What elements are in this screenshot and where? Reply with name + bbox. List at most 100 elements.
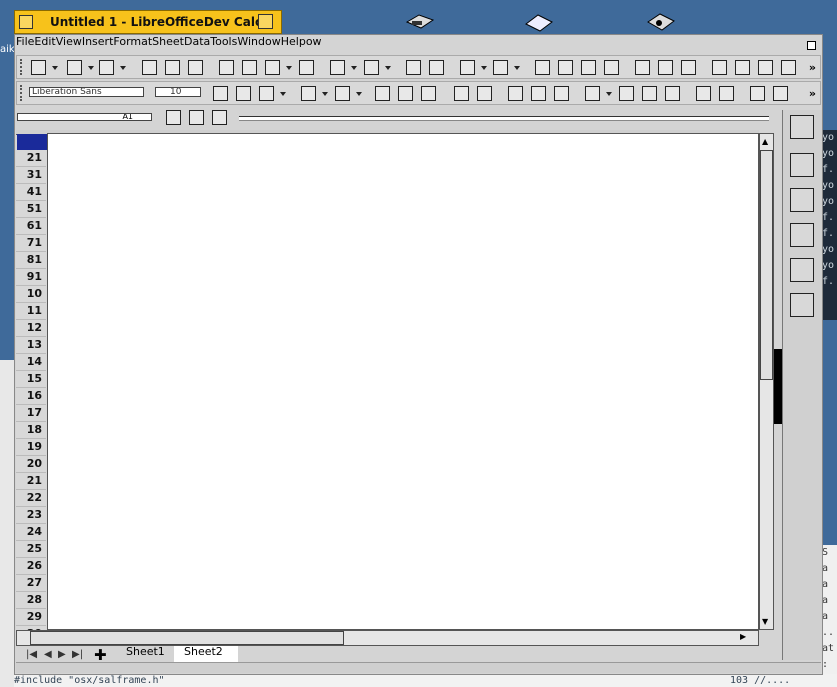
selected-cell-corner[interactable]	[17, 134, 47, 150]
toolbar-button[interactable]	[299, 60, 314, 75]
sidebar-collapse-handle[interactable]	[774, 349, 782, 424]
dropdown-arrow-icon[interactable]	[351, 66, 357, 70]
toolbar-button[interactable]	[31, 60, 46, 75]
toolbar-button[interactable]	[758, 60, 773, 75]
dropdown-arrow-icon[interactable]	[514, 66, 520, 70]
toolbar-button[interactable]	[375, 86, 390, 101]
toolbar-button[interactable]	[585, 86, 600, 101]
row-header[interactable]: 91	[16, 269, 46, 286]
toolbar-button[interactable]	[454, 86, 469, 101]
toolbar-button[interactable]	[259, 86, 274, 101]
menu-item[interactable]: Window	[237, 36, 280, 48]
scroll-up-icon[interactable]: ▲	[762, 137, 768, 146]
formula-button[interactable]	[212, 110, 227, 125]
menu-item[interactable]: Data	[184, 36, 210, 48]
menu-item[interactable]: Edit	[34, 36, 55, 48]
toolbar-button[interactable]	[429, 60, 444, 75]
desktop-network-icon[interactable]	[646, 12, 675, 34]
toolbar-button[interactable]	[188, 60, 203, 75]
row-header[interactable]: 11	[16, 303, 46, 320]
menu-item[interactable]: View	[56, 36, 82, 48]
sheet-tab-1[interactable]: Sheet1	[116, 646, 175, 662]
row-header[interactable]: 23	[16, 507, 46, 524]
toolbar-button[interactable]	[712, 60, 727, 75]
toolbar-button[interactable]	[665, 86, 680, 101]
row-header[interactable]: 15	[16, 371, 46, 388]
dropdown-arrow-icon[interactable]	[322, 92, 328, 96]
toolbar-button[interactable]	[406, 60, 421, 75]
toolbar-button[interactable]	[604, 60, 619, 75]
dropdown-arrow-icon[interactable]	[286, 66, 292, 70]
dropdown-arrow-icon[interactable]	[120, 66, 126, 70]
row-header[interactable]: 21	[16, 473, 46, 490]
toolbar-button[interactable]	[658, 60, 673, 75]
zoom-window-icon[interactable]	[258, 14, 273, 29]
sum-button[interactable]	[189, 110, 204, 125]
menu-item[interactable]: File	[16, 36, 34, 48]
dropdown-arrow-icon[interactable]	[88, 66, 94, 70]
menu-item[interactable]: Tools	[210, 36, 237, 48]
scroll-down-icon[interactable]: ▼	[762, 617, 768, 626]
row-header[interactable]: 71	[16, 235, 46, 252]
more-tools-icon[interactable]: »	[809, 87, 816, 100]
scroll-right-icon[interactable]: ▶	[740, 632, 746, 641]
toolbar-button[interactable]	[531, 86, 546, 101]
toolbar-button[interactable]	[99, 60, 114, 75]
toolbar-button[interactable]	[781, 60, 796, 75]
first-sheet-icon[interactable]: |◀	[26, 649, 37, 660]
menu-item[interactable]: Help	[281, 36, 306, 48]
row-header[interactable]: 17	[16, 405, 46, 422]
horizontal-scroll-thumb[interactable]	[30, 631, 344, 645]
toolbar-button[interactable]	[142, 60, 157, 75]
toolbar-button[interactable]	[619, 86, 634, 101]
toolbar-button[interactable]	[330, 60, 345, 75]
dropdown-arrow-icon[interactable]	[280, 92, 286, 96]
toolbar-button[interactable]	[236, 86, 251, 101]
toolbar-button[interactable]	[165, 60, 180, 75]
toolbar-button[interactable]	[219, 60, 234, 75]
toolbar-button[interactable]	[398, 86, 413, 101]
row-header[interactable]: 22	[16, 490, 46, 507]
toolbar-button[interactable]	[301, 86, 316, 101]
row-header[interactable]: 18	[16, 422, 46, 439]
function-wizard-button[interactable]	[166, 110, 181, 125]
sidebar-properties-icon[interactable]	[790, 153, 814, 177]
row-header[interactable]: 31	[16, 167, 46, 184]
toolbar-button[interactable]	[773, 86, 788, 101]
row-header[interactable]: 27	[16, 575, 46, 592]
row-header[interactable]: 81	[16, 252, 46, 269]
toolbar-button[interactable]	[750, 86, 765, 101]
toolbar-button[interactable]	[493, 60, 508, 75]
row-header[interactable]: 28	[16, 592, 46, 609]
row-header[interactable]: 19	[16, 439, 46, 456]
dropdown-arrow-icon[interactable]	[356, 92, 362, 96]
row-header[interactable]: 41	[16, 184, 46, 201]
row-header[interactable]: 16	[16, 388, 46, 405]
menu-item[interactable]: Insert	[82, 36, 114, 48]
vertical-scroll-thumb[interactable]	[760, 150, 773, 380]
toolbar-button[interactable]	[535, 60, 550, 75]
menubar-close-box[interactable]	[807, 41, 816, 50]
row-header[interactable]: 10	[16, 286, 46, 303]
toolbar-button[interactable]	[681, 60, 696, 75]
toolbar-button[interactable]	[554, 86, 569, 101]
row-header[interactable]: 25	[16, 541, 46, 558]
sidebar-functions-icon[interactable]	[790, 293, 814, 317]
row-header[interactable]: 24	[16, 524, 46, 541]
toolbar-button[interactable]	[213, 86, 228, 101]
sidebar-navigator-icon[interactable]	[790, 258, 814, 282]
dropdown-arrow-icon[interactable]	[481, 66, 487, 70]
toolbar-button[interactable]	[635, 60, 650, 75]
formula-input[interactable]	[239, 116, 769, 121]
next-sheet-icon[interactable]: ▶	[58, 649, 66, 660]
row-header[interactable]: 20	[16, 456, 46, 473]
dropdown-arrow-icon[interactable]	[385, 66, 391, 70]
window-title-tab[interactable]: Untitled 1 - LibreOfficeDev Calc	[14, 10, 282, 34]
toolbar-button[interactable]	[477, 86, 492, 101]
toolbar-button[interactable]	[696, 86, 711, 101]
prev-sheet-icon[interactable]: ◀	[44, 649, 52, 660]
sheet-tab-2[interactable]: Sheet2	[174, 646, 238, 662]
font-size-box[interactable]: 10	[155, 87, 201, 97]
toolbar-button[interactable]	[508, 86, 523, 101]
row-header[interactable]: 61	[16, 218, 46, 235]
